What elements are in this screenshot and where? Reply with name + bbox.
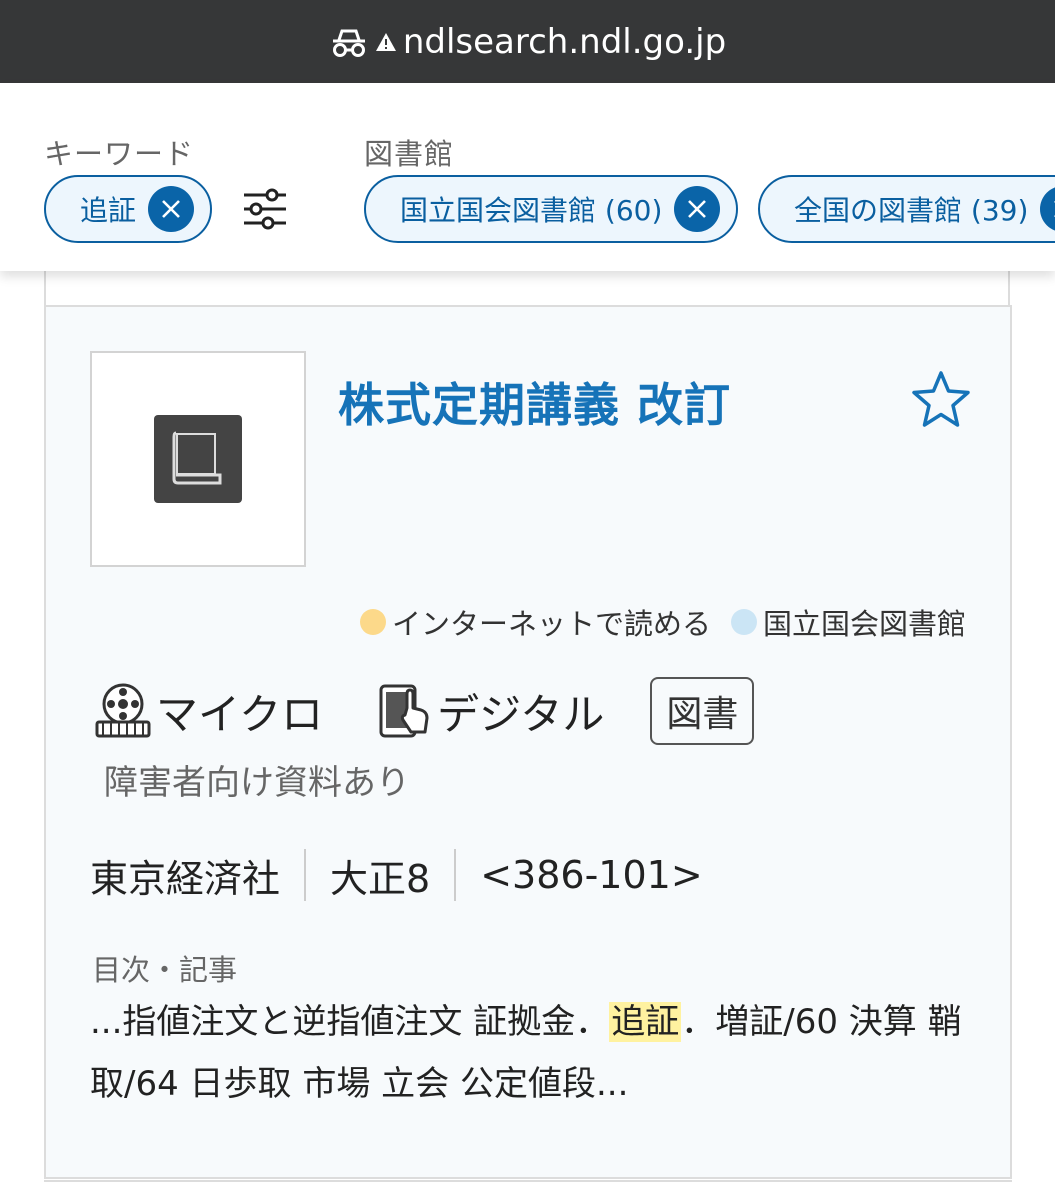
book-icon (154, 415, 242, 503)
toc-snippet: ...指値注文と逆指値注文 証拠金．追証．増証/60 決算 鞘取/64 日歩取 … (90, 991, 970, 1115)
card-divider-right (1008, 271, 1010, 307)
library-chip-ndl[interactable]: 国立国会図書館 (60) (364, 175, 739, 243)
digital-label: デジタル (437, 689, 605, 739)
library-chip-national-label: 全国の図書館 (39) (794, 194, 1029, 227)
tune-sliders-icon[interactable] (240, 187, 290, 231)
card-bottom-border (44, 1180, 1012, 1182)
incognito-icon (329, 27, 369, 57)
remove-keyword-close-icon[interactable] (148, 186, 195, 232)
url-text: ndlsearch.ndl.go.jp (402, 21, 727, 62)
book-type-badge: 図書 (650, 677, 755, 745)
separator (454, 849, 457, 901)
filter-header: キーワード 図書館 追証 国立国会図書館 (60) 全国の図書館 (39) (0, 83, 1055, 271)
publication-info: 東京経済社 大正8 <386-101> (90, 847, 703, 903)
result-card[interactable]: 株式定期講義 改訂 インターネットで読める 国立国会図書館 マイクロ デジタル … (44, 305, 1012, 1179)
toc-snippet-before: ...指値注文と逆指値注文 証拠金． (90, 1002, 610, 1042)
toc-label: 目次・記事 (92, 953, 238, 987)
call-number: <386-101> (480, 853, 703, 897)
card-divider-left (44, 271, 46, 307)
toc-highlight: 追証 (609, 1002, 682, 1042)
microfilm-icon (94, 682, 152, 740)
publication-year: 大正8 (330, 856, 431, 901)
online-dot (359, 609, 386, 635)
publisher: 東京経済社 (90, 856, 281, 901)
result-title[interactable]: 株式定期講義 改訂 (338, 369, 731, 435)
remove-library-national-close-icon[interactable] (1040, 186, 1055, 232)
library-label: 図書館 (364, 137, 455, 171)
library-chip-ndl-label: 国立国会図書館 (60) (400, 194, 663, 227)
ndl-dot (730, 609, 757, 635)
keyword-label: キーワード (44, 137, 195, 171)
keyword-chip[interactable]: 追証 (44, 175, 213, 243)
address-bar[interactable]: ndlsearch.ndl.go.jp (0, 0, 1055, 83)
library-chip-national[interactable]: 全国の図書館 (39) (758, 175, 1055, 243)
media-row: マイクロ デジタル 図書 (94, 675, 755, 747)
remove-library-ndl-close-icon[interactable] (674, 186, 721, 232)
keyword-chip-label: 追証 (80, 194, 137, 227)
tag-ndl: 国立国会図書館 (762, 607, 966, 641)
digital-tablet-icon (377, 682, 433, 740)
warning-icon (375, 31, 397, 53)
separator (304, 849, 307, 901)
availability-tags: インターネットで読める 国立国会図書館 (359, 601, 966, 643)
tag-online: インターネットで読める (391, 607, 711, 641)
book-thumbnail[interactable] (90, 351, 306, 567)
micro-label: マイクロ (156, 689, 324, 739)
accessible-materials-note: 障害者向け資料あり (104, 763, 410, 803)
favorite-star-icon[interactable] (910, 369, 972, 429)
